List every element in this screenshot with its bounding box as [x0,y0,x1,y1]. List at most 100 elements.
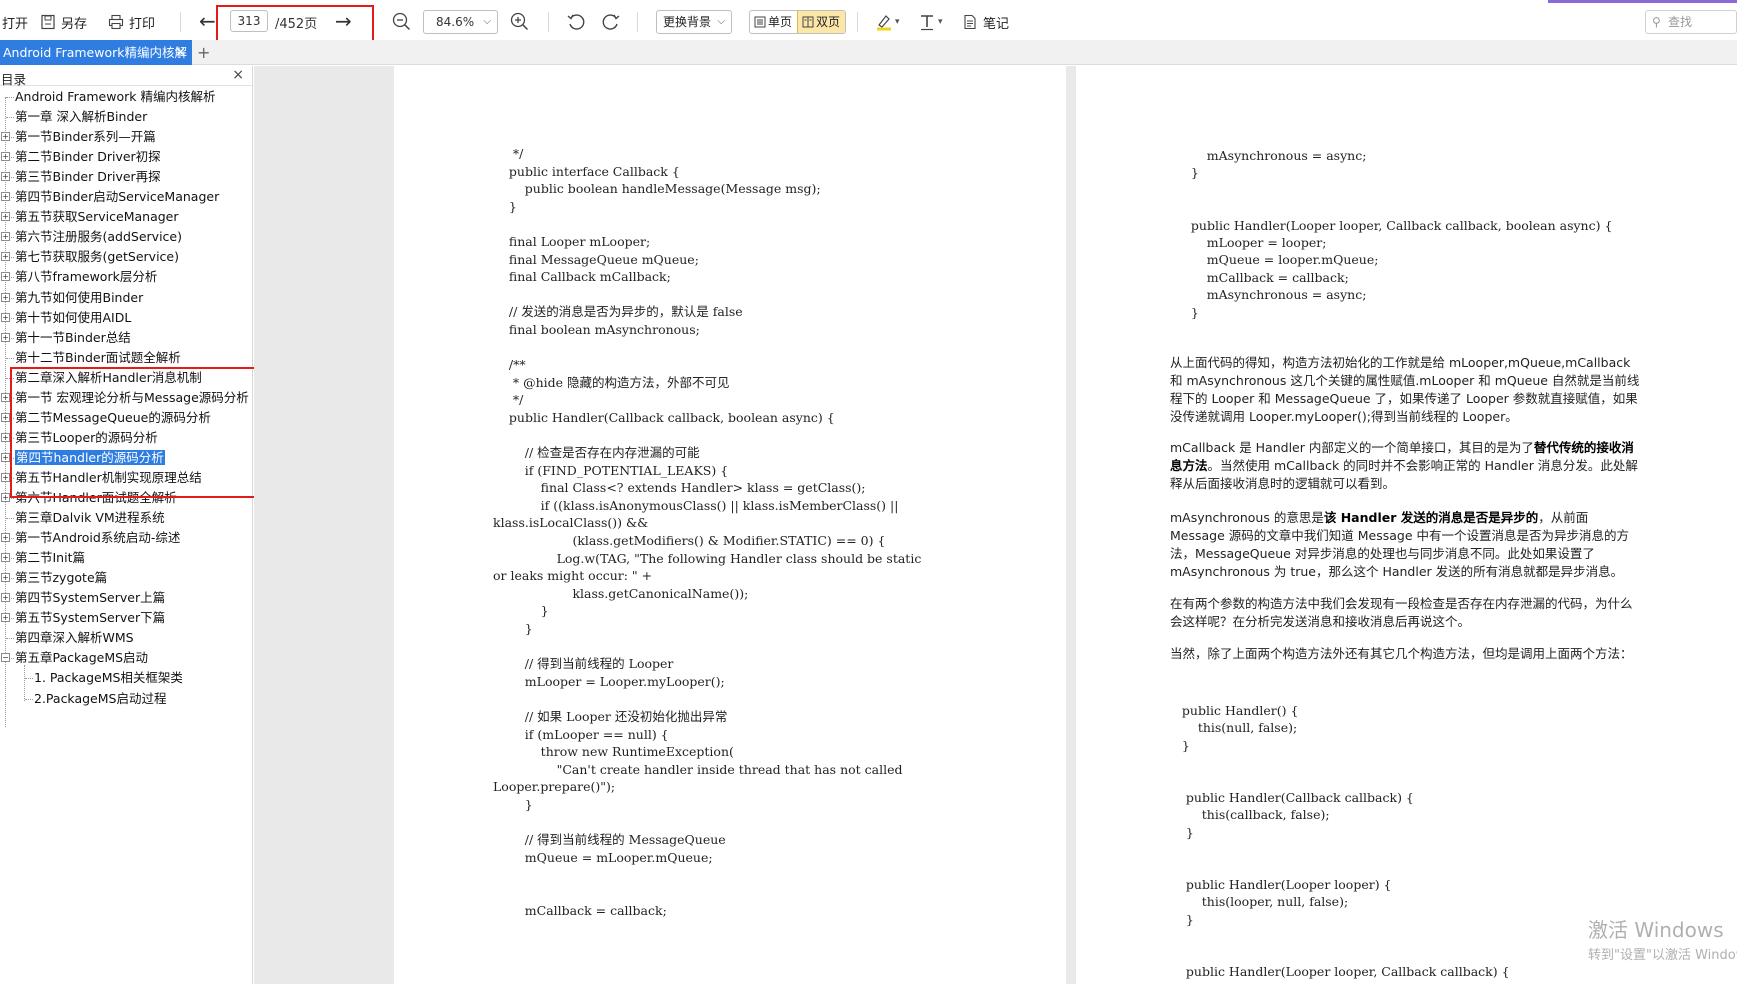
expand-icon[interactable]: + [1,553,10,562]
document-tab[interactable]: Android Framework精编内核解 × [0,40,192,65]
close-sidebar-icon[interactable]: × [232,67,244,83]
toc-item[interactable]: 第八节framework层分析 [15,268,157,286]
document-page-left: */ public interface Callback { public bo… [394,66,1066,984]
toc-item-label: Android Framework 精编内核解析 [15,89,216,104]
toc-item[interactable]: 第五节获取ServiceManager [15,208,179,226]
expand-icon[interactable]: + [1,192,10,201]
toc-item[interactable]: 第三节zygote篇 [15,569,107,587]
tab-bar: Android Framework精编内核解 × + [0,40,1737,65]
toc-item[interactable]: 第二节Init篇 [15,549,85,567]
expand-icon[interactable]: + [1,393,10,402]
expand-icon[interactable]: + [1,433,10,442]
search-input[interactable]: ⚲ 查找 [1645,10,1737,34]
toc-item[interactable]: 第十节如何使用AIDL [15,309,131,327]
pdf-reader-window: 打开 另存 打印 ← 313 /452页 → 84.6% ⌵ 更换背景 ⌵ 单页… [0,0,1737,984]
expand-icon[interactable]: + [1,473,10,482]
toc-item-label: 第四节SystemServer上篇 [15,590,166,605]
zoom-out-icon[interactable] [392,12,411,31]
toc-item[interactable]: 第四章深入解析WMS [15,629,134,647]
expand-icon[interactable]: + [1,493,10,502]
expand-icon[interactable]: + [1,152,10,161]
tree-connector [6,358,14,359]
expand-icon[interactable]: + [1,212,10,221]
toc-item[interactable]: 第九节如何使用Binder [15,289,143,307]
search-icon: ⚲ [1652,15,1661,29]
chevron-down-icon: ⌵ [483,16,491,27]
new-tab-button[interactable]: + [197,40,210,65]
toolbar-divider [180,12,181,32]
toc-item[interactable]: 第七节获取服务(getService) [15,248,179,266]
save-as-button[interactable]: 另存 [40,12,87,32]
highlighter-button[interactable]: ▾ [875,12,900,32]
code-line: mAsynchronous = async; [1175,148,1367,163]
code-line: mQueue = mLooper.mQueue; [493,849,713,865]
single-page-button[interactable]: 单页 [750,11,797,33]
toc-item[interactable]: 第六节注册服务(addService) [15,228,182,246]
toc-item[interactable]: 第十二节Binder面试题全解析 [15,349,181,367]
note-button[interactable]: 笔记 [962,12,1009,32]
code-line: } [1170,737,1190,753]
toc-item[interactable]: Android Framework 精编内核解析 [15,88,215,106]
expand-icon[interactable]: + [1,413,10,422]
expand-icon[interactable]: + [1,293,10,302]
expand-icon[interactable]: + [1,333,10,342]
zoom-select[interactable]: 84.6% ⌵ [423,10,498,34]
close-tab-icon[interactable]: × [175,40,186,65]
toc-item[interactable]: 第四节SystemServer上篇 [15,589,165,607]
double-page-button[interactable]: 双页 [797,11,846,33]
toc-item[interactable]: 1. PackageMS相关框架类 [34,669,183,687]
text-tool-button[interactable]: ▾ [918,12,943,32]
toc-item[interactable]: 2.PackageMS启动过程 [34,690,166,708]
code-line: mCallback = callback; [1175,269,1349,285]
toc-item[interactable]: 第十一节Binder总结 [15,329,131,347]
code-line: // 如果 Looper 还没初始化抛出异常 [493,709,728,724]
toc-item-label: 第三章Dalvik VM进程系统 [15,510,165,525]
background-select[interactable]: 更换背景 ⌵ [656,10,732,34]
code-block: public Handler() { this(null, false); } … [1170,703,1510,981]
text-tool-icon [921,15,933,31]
toc-item[interactable]: 第四节Binder启动ServiceManager [15,188,219,206]
expand-icon[interactable]: + [1,232,10,241]
expand-icon[interactable]: + [1,252,10,261]
expand-icon[interactable]: + [1,453,10,462]
expand-icon[interactable]: + [1,132,10,141]
single-page-label: 单页 [768,15,793,29]
open-button[interactable]: 打开 [2,12,28,32]
prev-page-arrow-icon[interactable]: ← [199,10,216,32]
expand-icon[interactable]: + [1,613,10,622]
toc-item[interactable]: 第二节Binder Driver初探 [15,148,161,166]
expand-icon[interactable]: + [1,172,10,181]
code-line: final Looper mLooper; [493,233,651,249]
expand-icon[interactable]: + [1,272,10,281]
zoom-in-icon[interactable] [510,12,529,31]
toc-item[interactable]: 第五节SystemServer下篇 [15,609,165,627]
tree-connector [6,518,14,519]
toc-item[interactable]: 第三节Binder Driver再探 [15,168,161,186]
print-button[interactable]: 打印 [108,12,155,32]
expand-icon[interactable]: + [1,533,10,542]
expand-icon[interactable]: + [1,313,10,322]
expand-icon[interactable]: + [1,593,10,602]
toc-item-label: 第六节注册服务(addService) [15,229,182,244]
toc-item[interactable]: 第五章PackageMS启动 [15,649,148,667]
document-viewport[interactable]: */ public interface Callback { public bo… [254,66,1737,984]
toc-item-label: 第二节Init篇 [15,550,85,565]
bold-text: 该 Handler 发送的消息是否是异步的 [1323,510,1539,525]
code-block: */ public interface Callback { public bo… [493,146,921,920]
collapse-icon[interactable]: − [1,653,10,662]
rotate-right-icon[interactable] [601,12,621,32]
toc-item[interactable]: 第一章 深入解析Binder [15,108,147,126]
toc-item[interactable]: 第三章Dalvik VM进程系统 [15,509,165,527]
toc-item[interactable]: 第一节Android系统启动-综述 [15,529,180,547]
toolbar: 打开 另存 打印 ← 313 /452页 → 84.6% ⌵ 更换背景 ⌵ 单页… [0,0,1737,52]
tree-connector [6,638,14,639]
expand-icon[interactable]: + [1,573,10,582]
toc-item[interactable]: 第一节Binder系列—开篇 [15,128,156,146]
code-line: if ((klass.isAnonymousClass() || klass.i… [493,497,899,513]
rotate-left-icon[interactable] [566,12,586,32]
code-line: mAsynchronous = async; [1175,287,1367,303]
